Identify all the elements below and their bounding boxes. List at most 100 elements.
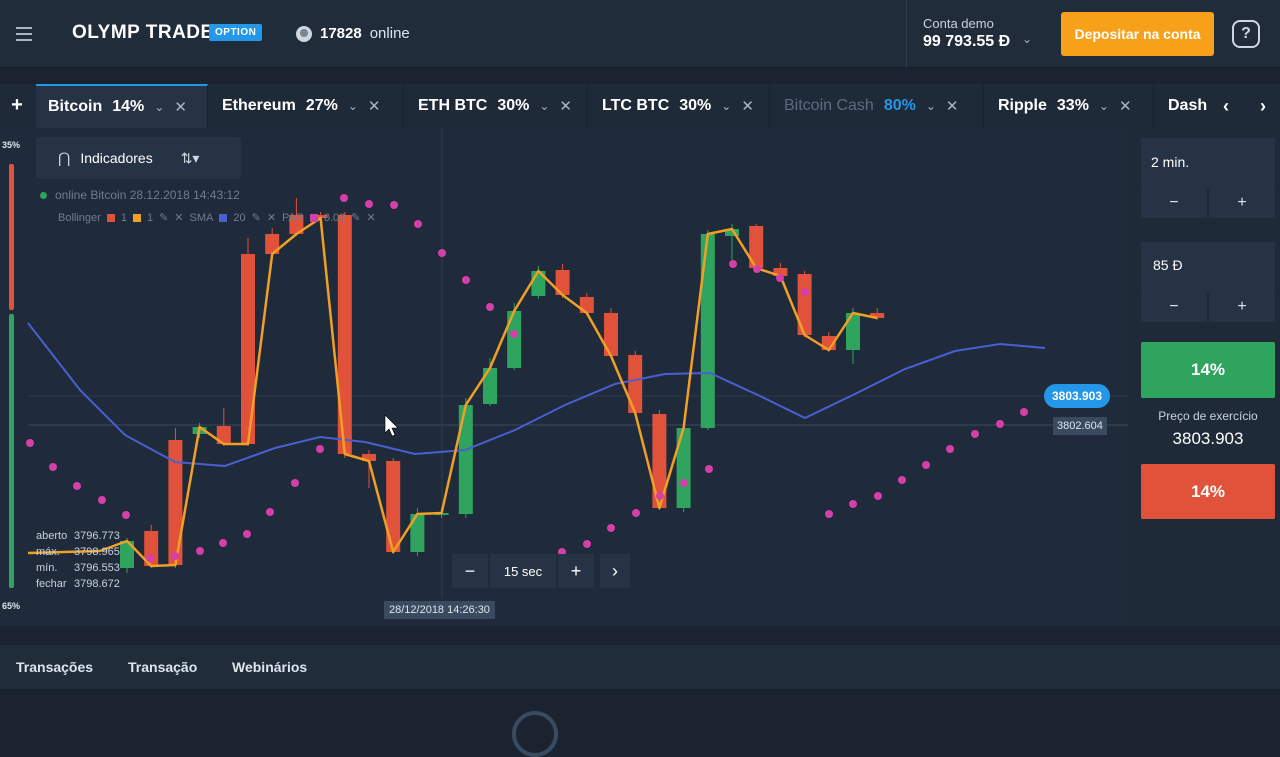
candle-body [241,254,255,444]
sentiment-top-label: 35% [2,140,21,150]
sar-dot [729,260,737,268]
time-decrease-button[interactable]: − [1141,188,1207,218]
status-dot-icon [40,191,47,199]
online-label: online [369,25,410,42]
close-icon[interactable]: ✕ [267,211,276,224]
price-chart[interactable]: 35% 65% ⋂ Indicadores ⇅▾ online Bitcoin … [0,128,1128,626]
put-down-button[interactable]: 14% [1141,464,1275,519]
tab-name: Ethereum [222,97,296,114]
tab-payout: 14% [112,98,145,115]
amount-value: 85 Đ [1153,257,1183,273]
sar-dot [196,547,204,555]
ohlc-value: 3798.672 [74,578,120,590]
close-icon[interactable]: ✕ [741,97,754,115]
zoom-in-button[interactable]: + [558,554,594,588]
bottom-tab-bar: Transações Transação Webinários [0,645,1280,689]
chevron-down-icon[interactable]: ⌄ [1022,32,1032,46]
sar-dot [414,220,422,228]
chevron-down-icon[interactable]: ⌄ [539,99,549,113]
chart-canvas[interactable] [0,128,1128,626]
legend-sma: SMA [189,211,214,224]
amount-increase-button[interactable]: + [1209,292,1275,322]
sar-dot [1020,408,1028,416]
close-icon[interactable]: ✕ [946,97,959,115]
close-icon[interactable]: ✕ [174,211,183,224]
tab-ltc-btc[interactable]: LTC BTC 30% ⌄ ✕ [590,84,770,128]
chevron-down-icon[interactable]: ⌄ [721,99,731,113]
chevron-down-icon[interactable]: ⌄ [348,99,358,113]
tab-dash[interactable]: Dash [1156,84,1212,128]
tab-transacoes[interactable]: Transações [16,659,93,675]
sar-dot [898,476,906,484]
add-tab-icon[interactable]: + [6,92,28,118]
close-icon[interactable]: ✕ [559,97,572,115]
chevron-down-icon[interactable]: ⌄ [926,99,936,113]
tab-name: ETH BTC [418,97,488,114]
chevron-left-icon[interactable]: ‹ [1214,92,1238,120]
sar-dot [849,500,857,508]
hamburger-menu-icon[interactable] [10,20,38,48]
tab-transacao[interactable]: Transação [128,659,197,675]
edit-icon[interactable]: ✎ [252,211,261,224]
sar-dot [171,552,179,560]
close-icon[interactable]: ✕ [1119,97,1132,115]
crosshair-time: 28/12/2018 14:26:30 [384,601,495,619]
sar-dot [825,510,833,518]
chevron-right-icon[interactable]: › [1251,92,1275,120]
tab-name: Bitcoin Cash [784,97,874,114]
ohlc-label: máx. [36,546,60,558]
zoom-out-button[interactable]: − [452,554,488,588]
amount-decrease-button[interactable]: − [1141,292,1207,322]
time-field[interactable]: 2 min. [1141,138,1275,188]
online-count: 17828 [320,25,362,42]
deposit-button[interactable]: Depositar na conta [1061,12,1214,56]
amount-field[interactable]: 85 Đ [1141,242,1275,292]
sentiment-bottom-label: 65% [2,601,21,611]
tab-payout: 27% [305,97,338,114]
chevron-right-icon[interactable]: › [600,554,630,588]
help-icon[interactable]: ? [1232,20,1260,48]
tab-ethereum[interactable]: Ethereum 27% ⌄ ✕ [210,84,404,128]
color-swatch [309,213,318,222]
tab-payout: 33% [1056,97,1089,114]
call-up-button[interactable]: 14% [1141,342,1275,398]
tab-webinarios[interactable]: Webinários [232,659,307,675]
demo-balance: 99 793.55 Đ [923,33,1011,50]
indicators-button[interactable]: ⋂ Indicadores ⇅▾ [36,137,241,179]
demo-label: Conta demo [923,16,994,31]
close-icon[interactable]: ✕ [366,211,375,224]
time-increase-button[interactable]: + [1209,188,1275,218]
sar-dot [219,539,227,547]
close-icon[interactable]: ✕ [368,97,381,115]
legend-par-val: 0.02 [323,211,346,224]
color-swatch [106,213,115,222]
sar-dot [266,508,274,516]
edit-icon[interactable]: ✎ [159,211,168,224]
sar-dot [26,439,34,447]
tab-ripple[interactable]: Ripple 33% ⌄ ✕ [986,84,1154,128]
bottom-area [0,689,1280,720]
tab-bitcoin-cash[interactable]: Bitcoin Cash 80% ⌄ ✕ [772,84,984,128]
chevron-down-icon[interactable]: ⌄ [1099,99,1109,113]
indicators-label: Indicadores [80,150,153,166]
sar-dot [705,465,713,473]
sar-dot [510,330,518,338]
tab-bitcoin[interactable]: Bitcoin 14% ⌄ ✕ [36,84,208,128]
sar-dot [486,303,494,311]
sentiment-sell-bar [9,164,14,310]
indicator-icon: ⋂ [58,150,71,167]
color-swatch [132,213,141,222]
demo-account-selector[interactable]: Conta demo 99 793.55 Đ ⌄ [906,0,1046,68]
sentiment-buy-bar [9,314,14,588]
tab-payout: 80% [883,97,916,114]
sar-dot [922,461,930,469]
close-icon[interactable]: ✕ [174,98,187,116]
ohlc-value: 3796.773 [74,530,120,542]
chart-type-icon[interactable]: ⇅▾ [181,150,200,167]
legend-sma-val: 20 [233,211,246,224]
chevron-down-icon[interactable]: ⌄ [154,100,164,114]
sar-dot [753,265,761,273]
tab-eth-btc[interactable]: ETH BTC 30% ⌄ ✕ [406,84,588,128]
online-users: 17828 online [296,25,410,42]
edit-icon[interactable]: ✎ [351,211,360,224]
